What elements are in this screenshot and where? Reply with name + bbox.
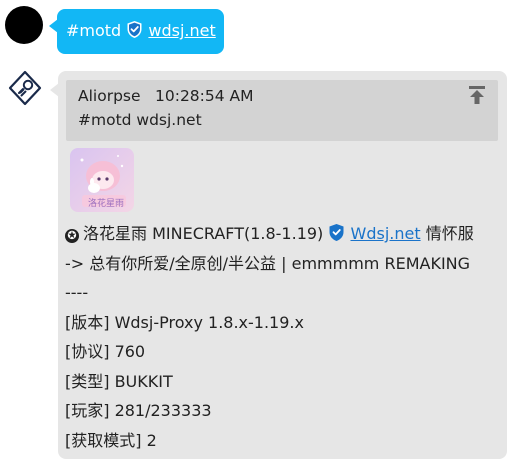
type-line: [类型] BUKKIT [65,371,173,391]
quote-time: 10:28:54 AM [155,87,254,105]
bot-avatar[interactable] [7,70,43,106]
motd-line-2: -> 总有你所爱/全原创/半公益 | emmmmm REMAKING [65,253,471,273]
shield-check-icon [329,224,344,241]
motd-line-1-suffix: 情怀服 [425,224,474,243]
protocol-line: [协议] 760 [65,342,146,361]
user-avatar[interactable] [5,6,43,44]
shield-check-icon [127,21,142,38]
outgoing-message-bubble[interactable]: #motd wdsj.net [49,9,224,54]
motd-link[interactable]: Wdsj.net [351,224,421,243]
incoming-message-bubble[interactable]: Aliorpse 10:28:54 AM #motd wdsj.net 洛花星雨… [50,71,507,459]
motd-line-1: ✪ 洛花星雨 MINECRAFT(1.8-1.19) Wdsj.net 情怀服 [65,219,474,249]
mode-line: [获取模式] 2 [65,430,157,450]
jump-to-top-icon[interactable] [468,85,486,105]
motd-line-1-prefix: 洛花星雨 MINECRAFT(1.8-1.19) [83,224,324,243]
quote-sender: Aliorpse [78,87,141,105]
star-badge-icon: ✪ [65,229,79,243]
outgoing-message-prefix: #motd [66,21,122,40]
server-icon-caption: 洛花星雨 [88,199,125,209]
quoted-message[interactable]: Aliorpse 10:28:54 AM #motd wdsj.net [66,80,498,141]
version-line: [版本] Wdsj-Proxy 1.8.x-1.19.x [65,312,304,332]
motd-result: ✪ 洛花星雨 MINECRAFT(1.8-1.19) Wdsj.net 情怀服 -… [65,219,474,455]
players-line: [玩家] 281/233333 [65,401,212,420]
separator-line: ---- [65,283,89,302]
outgoing-link[interactable]: wdsj.net [148,21,215,40]
quote-text: #motd wdsj.net [78,111,202,129]
